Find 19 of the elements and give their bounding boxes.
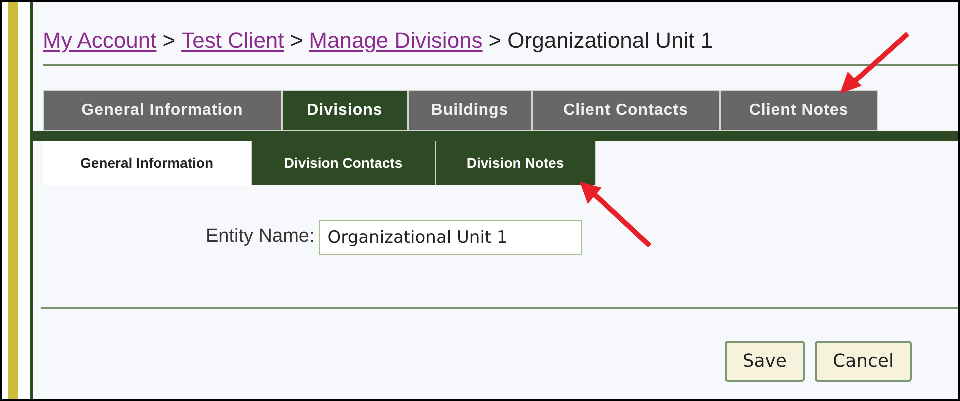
sub-tab[interactable]: Division Contacts xyxy=(252,141,436,185)
breadcrumb-separator: > xyxy=(162,27,176,55)
form-button[interactable]: Cancel xyxy=(815,341,912,382)
sub-tab[interactable]: Division Notes xyxy=(436,141,596,185)
tab[interactable]: Divisions xyxy=(282,90,408,131)
tab[interactable]: General Information xyxy=(43,90,282,131)
breadcrumb-link[interactable]: Test Client xyxy=(182,24,284,57)
breadcrumb-separator: > xyxy=(488,27,502,55)
sub-tab[interactable]: General Information xyxy=(43,141,252,185)
breadcrumb-link[interactable]: Manage Divisions xyxy=(309,24,483,57)
tab[interactable]: Client Contacts xyxy=(532,90,720,131)
field-label: Entity Name: xyxy=(206,225,315,250)
entity-name-field[interactable]: Organizational Unit 1 xyxy=(318,220,582,255)
breadcrumb-separator: > xyxy=(290,27,304,55)
breadcrumb-current: Organizational Unit 1 xyxy=(508,27,714,55)
tab[interactable]: Buildings xyxy=(408,90,532,131)
tab[interactable]: Client Notes xyxy=(720,90,878,131)
breadcrumb-link[interactable]: My Account xyxy=(43,24,157,57)
form-button[interactable]: Save xyxy=(724,341,806,382)
